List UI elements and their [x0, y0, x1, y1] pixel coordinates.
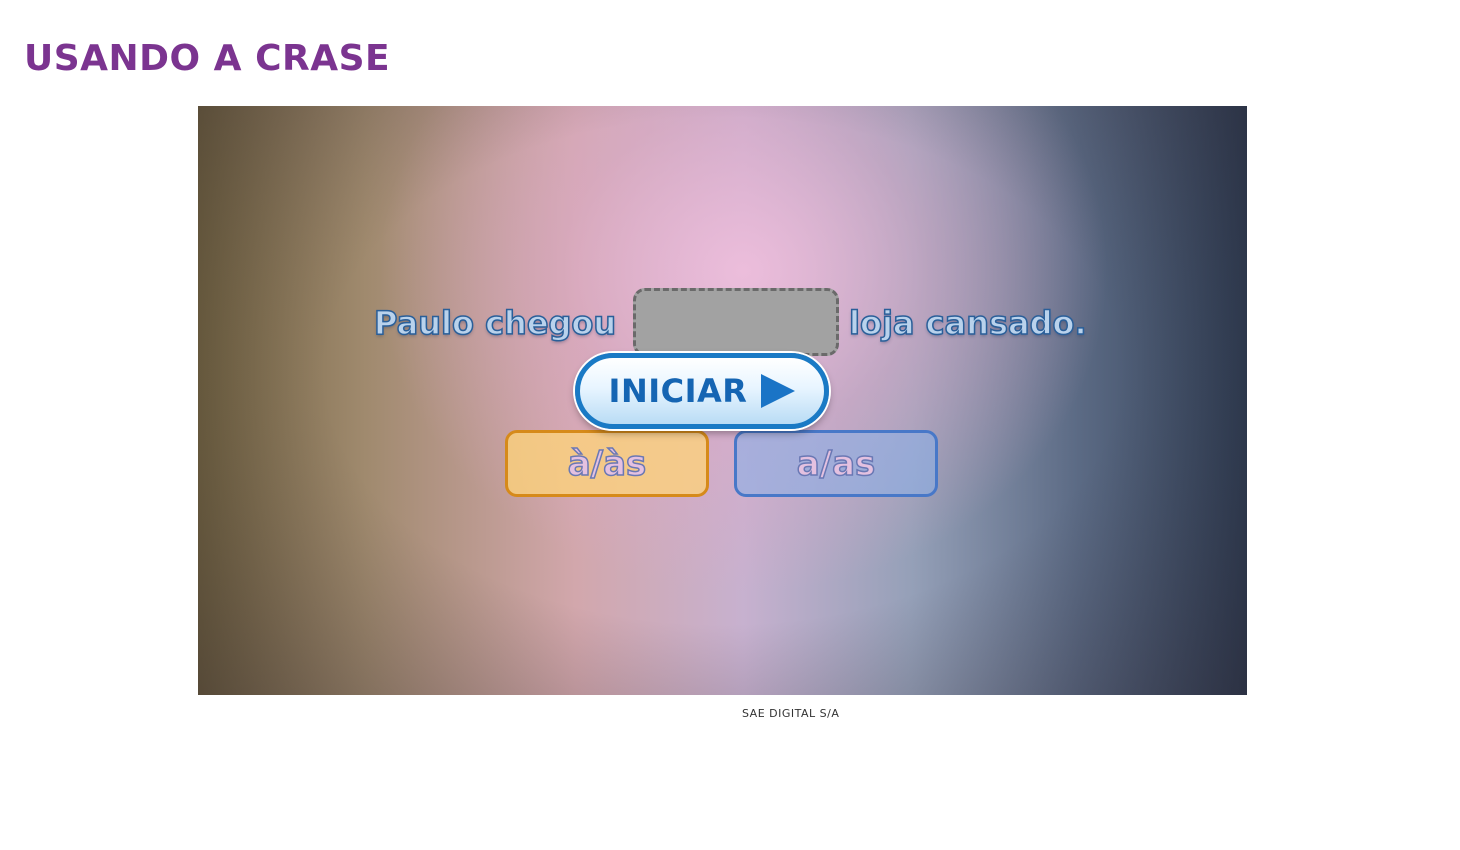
start-button[interactable]: INICIAR — [575, 353, 829, 429]
option-card-sem-crase[interactable]: a/as — [734, 430, 938, 497]
option-card-crase[interactable]: à/às — [505, 430, 709, 497]
page-title: USANDO A CRASE — [24, 38, 391, 79]
play-icon — [761, 374, 796, 408]
credit-text: SAE DIGITAL S/A — [742, 707, 840, 720]
start-button-label: INICIAR — [608, 372, 748, 410]
option-label: a/as — [796, 443, 876, 485]
sentence-part-after: loja cansado. — [848, 303, 1087, 343]
activity-stage: Paulo chegou loja cansado. INICIAR à/às … — [198, 106, 1247, 695]
option-label: à/às — [567, 443, 647, 485]
answer-drop-slot[interactable] — [633, 288, 839, 356]
sentence-part-before: Paulo chegou — [373, 303, 617, 343]
